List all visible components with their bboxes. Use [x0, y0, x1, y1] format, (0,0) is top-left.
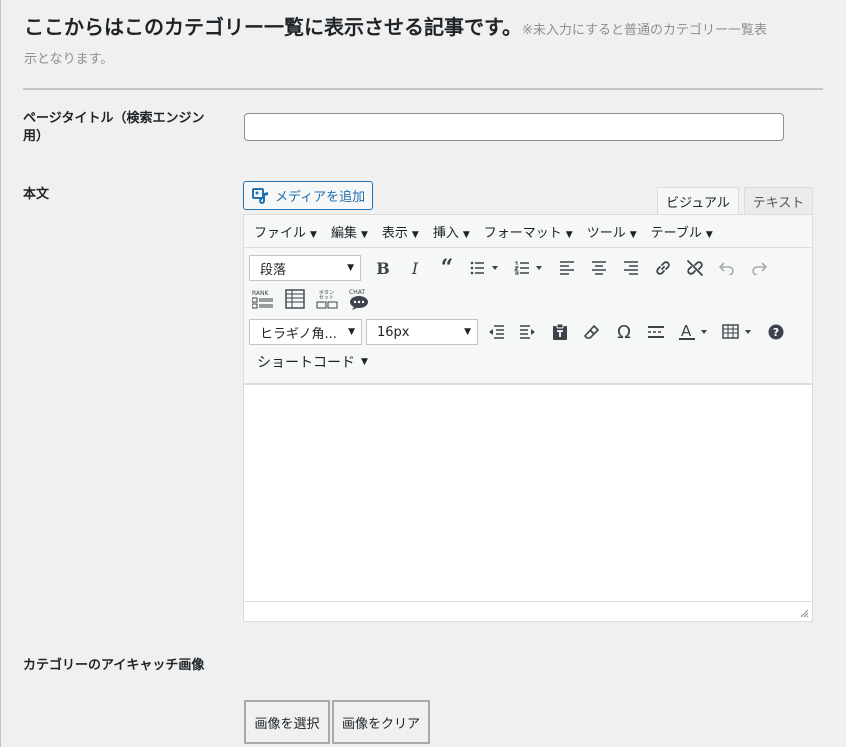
- svg-text:セット: セット: [319, 295, 334, 301]
- font-family-select[interactable]: ヒラギノ角... ▼: [249, 319, 362, 345]
- page-title-label-line2: 用）: [23, 129, 50, 144]
- menu-format[interactable]: フォーマット ▼: [484, 222, 573, 241]
- svg-text:RANK: RANK: [252, 290, 270, 297]
- editor-statusbar: [244, 601, 812, 621]
- undo-icon[interactable]: [711, 254, 743, 282]
- svg-text:A: A: [681, 323, 692, 340]
- svg-text:?: ?: [773, 326, 779, 339]
- blockquote-icon[interactable]: “: [431, 254, 463, 282]
- font-size-select[interactable]: 16px ▼: [366, 319, 478, 345]
- redo-icon[interactable]: [743, 254, 775, 282]
- format-select[interactable]: 段落 ▼: [249, 255, 361, 281]
- tab-visual[interactable]: ビジュアル: [657, 187, 739, 214]
- menu-file[interactable]: ファイル ▼: [254, 222, 317, 241]
- italic-icon[interactable]: I: [399, 254, 431, 282]
- page-title-label-line1: ページタイトル（検索エンジン: [23, 111, 205, 126]
- media-icon: [252, 188, 268, 204]
- section-header: ここからはこのカテゴリー一覧に表示させる記事です。※未入力にすると普通のカテゴリ…: [24, 12, 824, 68]
- text-color-icon[interactable]: A: [672, 318, 716, 346]
- section-note: ※未入力にすると普通のカテゴリー一覧表: [522, 23, 768, 38]
- eyecatch-label: カテゴリーのアイキャッチ画像: [23, 658, 205, 673]
- indent-icon[interactable]: [512, 318, 544, 346]
- tab-text[interactable]: テキスト: [744, 187, 813, 214]
- button-set-icon[interactable]: ボタン セット: [311, 285, 343, 313]
- editor-menubar: ファイル ▼ 編集 ▼ 表示 ▼ 挿入 ▼ フォーマット ▼ ツール ▼ テーブル ▼: [244, 215, 812, 248]
- help-icon[interactable]: ?: [760, 318, 792, 346]
- bullet-list-icon[interactable]: [463, 254, 507, 282]
- editor: ファイル ▼ 編集 ▼ 表示 ▼ 挿入 ▼ フォーマット ▼ ツール ▼ テーブル ▼ 段落 ▼…: [243, 214, 813, 622]
- menu-table[interactable]: テーブル ▼: [651, 222, 713, 241]
- align-left-icon[interactable]: [551, 254, 583, 282]
- numbered-list-icon[interactable]: [507, 254, 551, 282]
- page-title-label: ページタイトル（検索エンジン 用）: [23, 110, 233, 146]
- special-character-icon[interactable]: Ω: [608, 318, 640, 346]
- editor-toolbar: 段落 ▼ B I “ RANK ボタン セット CHAT ヒラギノ角... ▼ …: [244, 248, 812, 385]
- page-title-input[interactable]: [244, 113, 784, 141]
- section-divider: [23, 88, 823, 90]
- select-image-button[interactable]: 画像を選択: [244, 700, 330, 744]
- menu-insert[interactable]: 挿入 ▼: [433, 222, 470, 241]
- table-layout-icon[interactable]: [279, 285, 311, 313]
- section-note-cont: 示となります。: [24, 52, 114, 67]
- page-left-border: [0, 0, 1, 747]
- ranking-icon[interactable]: RANK: [247, 285, 279, 313]
- shortcode-menu[interactable]: ショートコード ▼: [257, 352, 368, 372]
- outdent-icon[interactable]: [480, 318, 512, 346]
- section-title: ここからはこのカテゴリー一覧に表示させる記事です。: [24, 15, 522, 39]
- horizontal-rule-icon[interactable]: [640, 318, 672, 346]
- align-center-icon[interactable]: [583, 254, 615, 282]
- resize-handle-icon[interactable]: [800, 609, 809, 618]
- eraser-icon[interactable]: [576, 318, 608, 346]
- unlink-icon[interactable]: [679, 254, 711, 282]
- paste-text-icon[interactable]: [544, 318, 576, 346]
- link-icon[interactable]: [647, 254, 679, 282]
- table-icon[interactable]: [716, 318, 760, 346]
- add-media-label: メディアを追加: [275, 190, 366, 205]
- bold-icon[interactable]: B: [367, 254, 399, 282]
- menu-tools[interactable]: ツール ▼: [587, 222, 637, 241]
- body-label: 本文: [23, 187, 50, 202]
- clear-image-button[interactable]: 画像をクリア: [332, 700, 430, 744]
- align-right-icon[interactable]: [615, 254, 647, 282]
- chat-bubble-icon[interactable]: CHAT: [343, 285, 375, 313]
- add-media-button[interactable]: メディアを追加: [243, 181, 373, 210]
- menu-view[interactable]: 表示 ▼: [382, 222, 419, 241]
- svg-text:CHAT: CHAT: [349, 289, 365, 296]
- menu-edit[interactable]: 編集 ▼: [331, 222, 368, 241]
